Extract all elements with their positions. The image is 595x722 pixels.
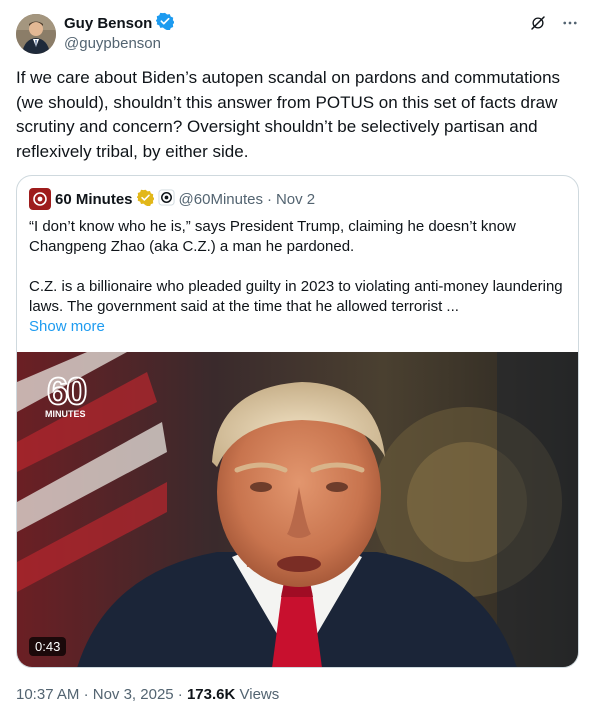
more-icon[interactable]: [559, 12, 581, 34]
quoted-author-name[interactable]: 60 Minutes: [55, 191, 133, 208]
author-name[interactable]: Guy Benson: [64, 15, 152, 32]
author-avatar[interactable]: [16, 14, 56, 54]
logo-number: 60: [47, 371, 86, 413]
gold-verified-badge-icon: [136, 189, 154, 210]
footer-dot-1: ·: [83, 686, 93, 703]
grok-icon[interactable]: [527, 12, 549, 34]
quoted-avatar[interactable]: [29, 188, 51, 210]
tweet-date[interactable]: Nov 3, 2025: [93, 686, 174, 703]
quoted-dot: ·: [266, 190, 272, 208]
quoted-tweet[interactable]: 60 Minutes @60Minutes · Nov 2 “I don’t k…: [16, 175, 579, 668]
quoted-tweet-header: 60 Minutes @60Minutes · Nov 2: [29, 188, 315, 210]
affiliate-eye-icon: [158, 188, 175, 210]
logo-word: MINUTES: [45, 409, 86, 419]
quoted-author-handle[interactable]: @60Minutes: [179, 191, 263, 208]
footer-dot-2: ·: [177, 686, 187, 703]
quoted-tweet-text: “I don’t know who he is,” says President…: [29, 217, 564, 337]
quoted-paragraph-1: “I don’t know who he is,” says President…: [29, 218, 516, 255]
author-block: Guy Benson @guypbenson: [64, 12, 175, 52]
tweet-top-actions: [527, 12, 581, 34]
verified-badge-icon: [155, 12, 175, 35]
video-duration: 0:43: [29, 637, 67, 656]
views-count: 173.6K: [186, 686, 236, 703]
views-label: Views: [239, 686, 280, 703]
tweet-text: If we care about Biden’s autopen scandal…: [16, 68, 561, 161]
tweet-time[interactable]: 10:37 AM: [16, 686, 79, 703]
author-handle[interactable]: @guypbenson: [64, 35, 174, 52]
tweet-footer: 10:37 AM · Nov 3, 2025 · 173.6K Views: [16, 686, 279, 703]
show-more-link[interactable]: Show more: [29, 317, 564, 337]
quoted-date[interactable]: Nov 2: [276, 191, 315, 208]
sixty-minutes-logo: 60 MINUTES: [45, 370, 89, 419]
quoted-paragraph-2: C.Z. is a billionaire who pleaded guilty…: [29, 278, 563, 315]
video-thumbnail[interactable]: 60 MINUTES 0:43: [17, 352, 578, 667]
